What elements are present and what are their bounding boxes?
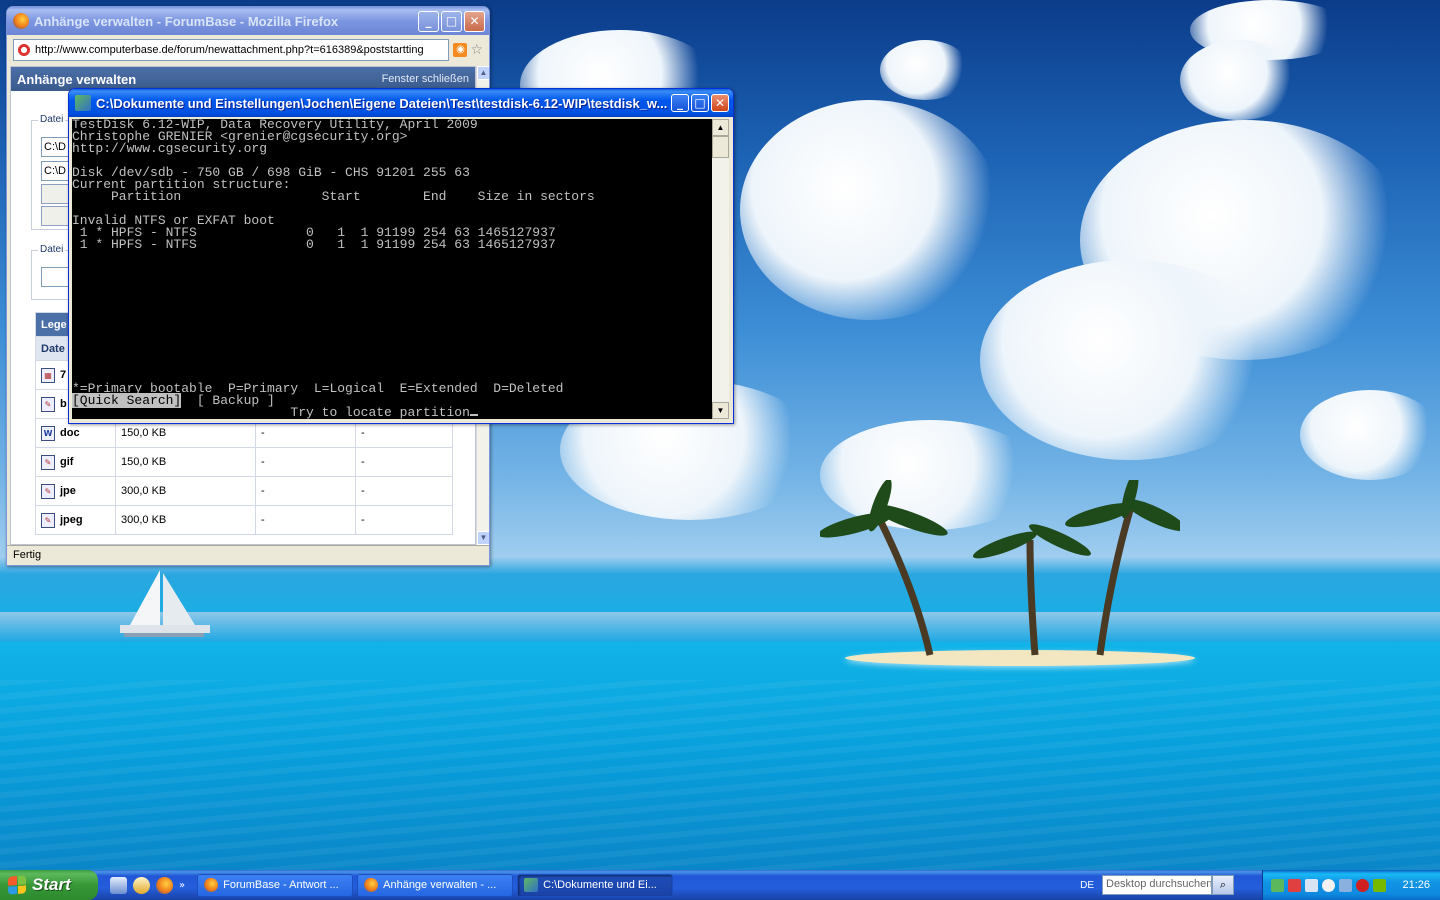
- quick-launch-more-icon[interactable]: »: [179, 880, 185, 891]
- cloud: [880, 40, 970, 100]
- status-bar: Fertig: [7, 545, 489, 565]
- console-app-icon: [75, 95, 91, 111]
- tray-security-icon[interactable]: [1288, 878, 1301, 892]
- tray-network-icon[interactable]: [1271, 878, 1284, 892]
- table-row: ✎ jpe 300,0 KB - -: [35, 476, 453, 506]
- address-bar[interactable]: http://www.computerbase.de/forum/newatta…: [13, 39, 450, 61]
- cloud: [1180, 40, 1300, 120]
- firefox-icon[interactable]: [156, 876, 173, 894]
- window-title: Anhänge verwalten - ForumBase - Mozilla …: [34, 13, 339, 29]
- scroll-thumb[interactable]: [712, 136, 729, 158]
- search-icon[interactable]: ⌕: [1212, 875, 1234, 895]
- word-file-icon: W: [41, 425, 55, 441]
- close-window-link[interactable]: Fenster schließen: [382, 73, 469, 85]
- rss-feed-icon[interactable]: ◉: [453, 43, 468, 57]
- console-output[interactable]: TestDisk 6.12-WIP, Data Recovery Utility…: [72, 119, 712, 419]
- scroll-up-arrow-icon[interactable]: ▲: [477, 66, 489, 80]
- sea: [0, 680, 1440, 870]
- console-app-icon: [524, 878, 539, 892]
- tray-antivirus-icon[interactable]: [1356, 878, 1369, 892]
- fieldset-legend: Datei: [38, 114, 66, 125]
- address-bar-row: http://www.computerbase.de/forum/newatta…: [7, 35, 489, 65]
- system-tray: 21:26: [1262, 870, 1440, 900]
- maximize-button[interactable]: □: [691, 94, 709, 112]
- table-row: ✎ gif 150,0 KB - -: [35, 447, 453, 477]
- start-button[interactable]: Start: [0, 870, 98, 900]
- image-file-icon: ✎: [41, 483, 55, 499]
- text-cursor: [469, 414, 478, 416]
- console-scrollbar[interactable]: ▲ ▼: [712, 119, 729, 419]
- fieldset-legend: Datei: [38, 244, 66, 255]
- firefox-icon: [13, 13, 29, 29]
- tray-update-icon[interactable]: [1339, 878, 1352, 892]
- show-desktop-icon[interactable]: [110, 876, 127, 894]
- horizon: [0, 612, 1440, 642]
- taskbar: Start » ForumBase - Antwort ... Anhänge …: [0, 870, 1440, 900]
- site-identity-icon[interactable]: [17, 43, 31, 57]
- windows-logo-icon: [8, 875, 26, 895]
- console-hint: Try to locate partition: [72, 406, 712, 419]
- console-titlebar[interactable]: C:\Dokumente und Einstellungen\Jochen\Ei…: [69, 89, 733, 117]
- cloud: [980, 260, 1280, 460]
- bookmark-star-icon[interactable]: ☆: [470, 42, 483, 58]
- minimize-button[interactable]: _: [418, 10, 439, 32]
- page-title: Anhänge verwalten: [17, 71, 137, 87]
- clock: 21:26: [1402, 879, 1430, 891]
- close-button[interactable]: ✕: [464, 10, 485, 32]
- console-text: TestDisk 6.12-WIP, Data Recovery Utility…: [72, 119, 595, 396]
- email-client-icon[interactable]: [133, 876, 150, 894]
- sailboat-icon: [120, 570, 210, 637]
- image-file-icon: ✎: [41, 512, 55, 528]
- firefox-icon: [204, 878, 219, 892]
- firefox-icon: [364, 878, 379, 892]
- scroll-up-arrow-icon[interactable]: ▲: [712, 119, 729, 136]
- maximize-button[interactable]: □: [441, 10, 462, 32]
- cloud: [1300, 390, 1440, 480]
- scroll-down-arrow-icon[interactable]: ▼: [712, 402, 729, 419]
- image-file-icon: ✎: [41, 396, 55, 412]
- tray-graphics-icon[interactable]: [1373, 878, 1386, 892]
- firefox-titlebar[interactable]: Anhänge verwalten - ForumBase - Mozilla …: [7, 7, 489, 35]
- taskbar-item-anhaenge[interactable]: Anhänge verwalten - ...: [357, 873, 514, 897]
- image-file-icon: ✎: [41, 454, 55, 470]
- close-button[interactable]: ✕: [711, 94, 729, 112]
- language-indicator[interactable]: DE: [1080, 880, 1094, 891]
- url-text: http://www.computerbase.de/forum/newatta…: [35, 44, 424, 56]
- console-window[interactable]: C:\Dokumente und Einstellungen\Jochen\Ei…: [68, 88, 734, 424]
- taskbar-item-console[interactable]: C:\Dokumente und Ei...: [517, 873, 674, 897]
- taskbar-item-forumbase[interactable]: ForumBase - Antwort ...: [197, 873, 354, 897]
- tray-display-icon[interactable]: [1305, 878, 1318, 892]
- scroll-down-arrow-icon[interactable]: ▼: [477, 531, 489, 545]
- tray-search-icon[interactable]: [1322, 878, 1335, 892]
- minimize-button[interactable]: _: [671, 94, 689, 112]
- archive-icon: ▦: [41, 367, 55, 383]
- console-title: C:\Dokumente und Einstellungen\Jochen\Ei…: [96, 95, 668, 111]
- start-label: Start: [32, 875, 71, 894]
- cloud: [740, 100, 1000, 320]
- quick-launch: »: [98, 876, 193, 894]
- desktop-search-input[interactable]: Desktop durchsuchen: [1102, 875, 1212, 895]
- palm-trees-icon: [820, 480, 1180, 656]
- table-row: ✎ jpeg 300,0 KB - -: [35, 505, 453, 535]
